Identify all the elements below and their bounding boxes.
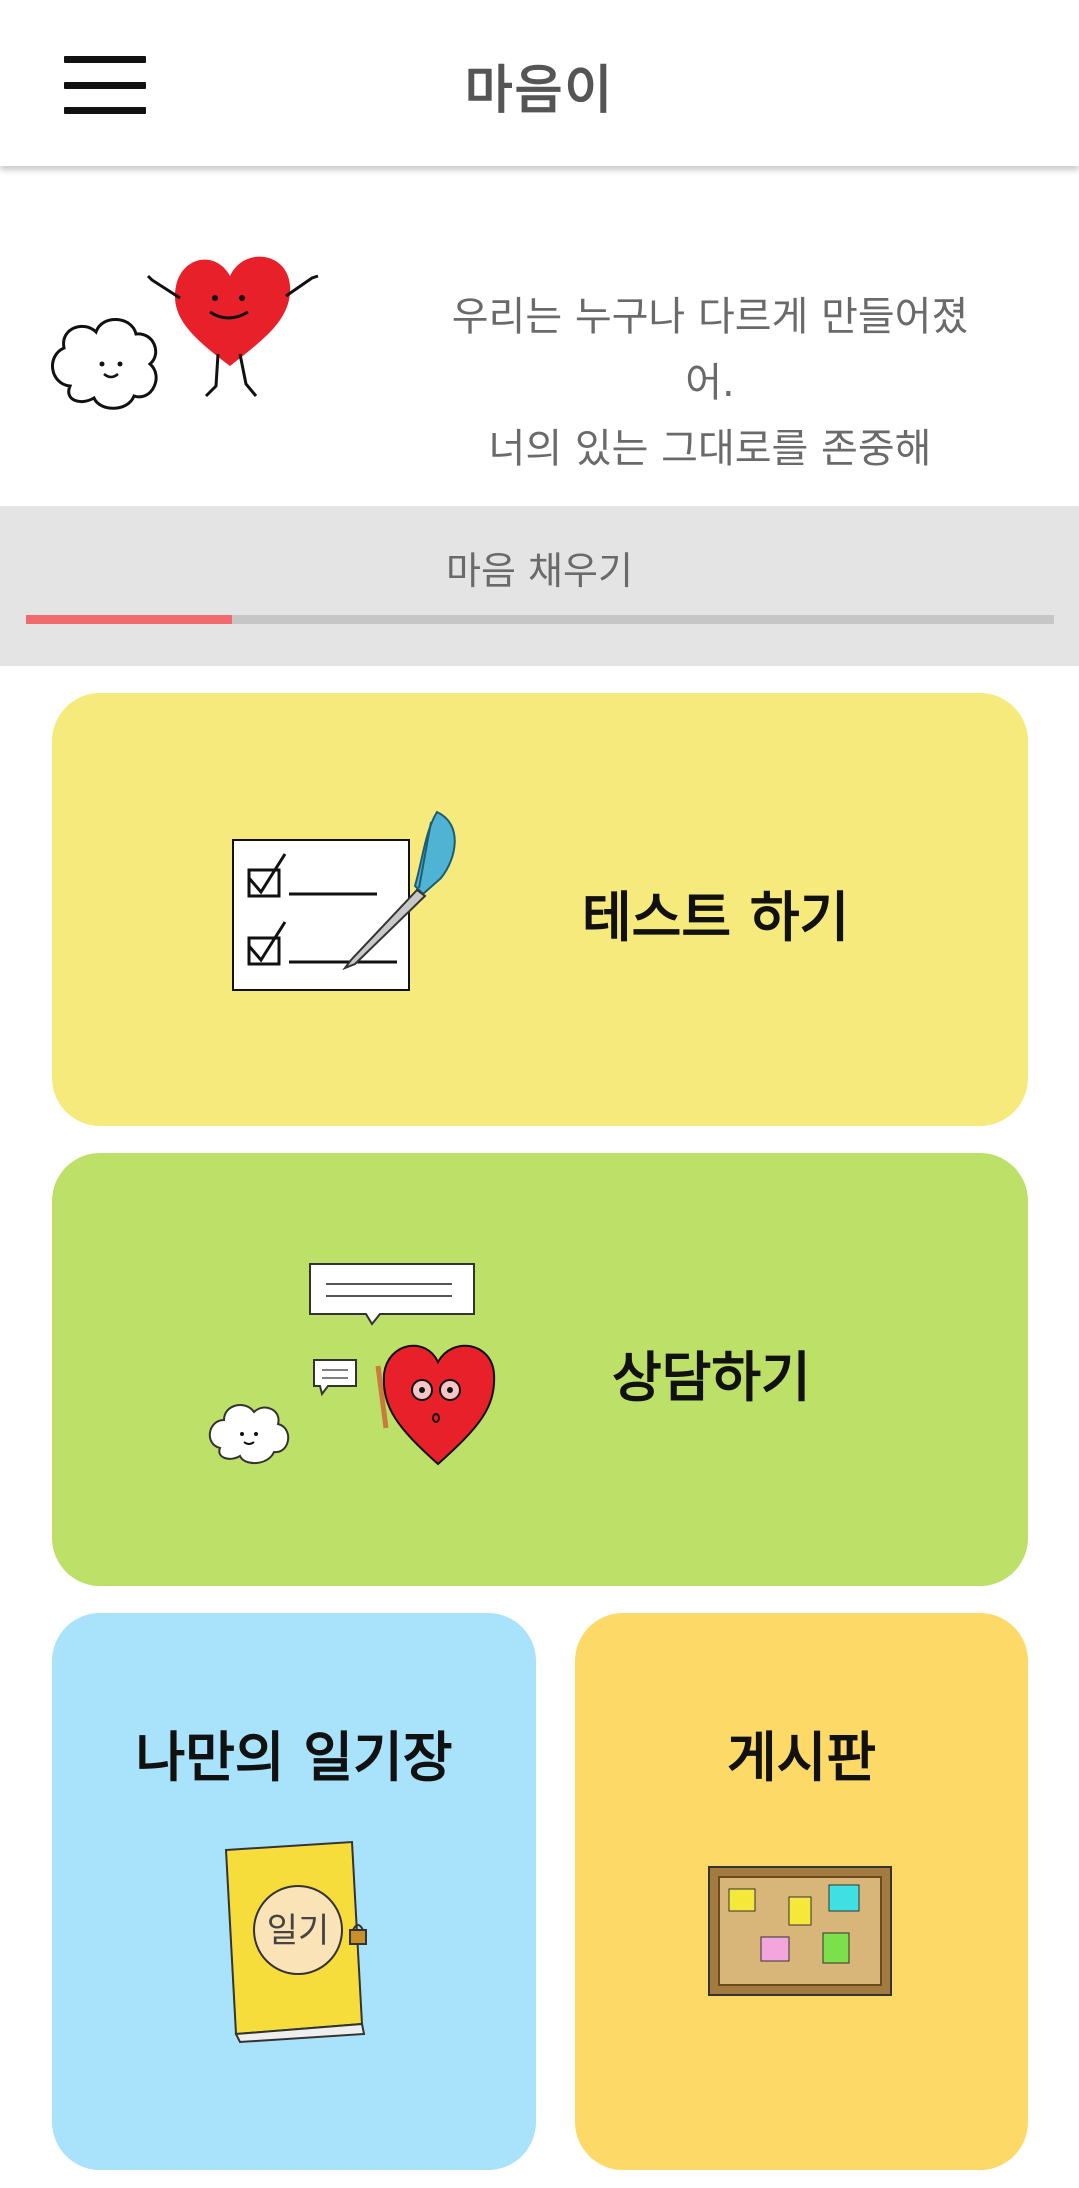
bulletin-board-icon <box>708 1866 892 1996</box>
board-card[interactable]: 게시판 <box>575 1613 1028 2170</box>
progress-section: 마음 채우기 <box>0 506 1079 666</box>
diary-card-label: 나만의 일기장 <box>135 1726 453 1789</box>
checklist-pen-icon <box>232 810 456 991</box>
counsel-card[interactable]: 상담하기 <box>52 1153 1028 1586</box>
app-bar: 마음이 <box>0 0 1079 166</box>
hero-message-line2: 너의 있는 그대로를 존중해 <box>488 426 932 472</box>
hero-message-line1: 우리는 누구나 다르게 만들어졌어. <box>451 294 969 406</box>
hero-section: 우리는 누구나 다르게 만들어졌어. 너의 있는 그대로를 존중해 <box>0 166 1079 506</box>
diary-card[interactable]: 나만의 일기장 일기 <box>52 1613 536 2170</box>
hero-message: 우리는 누구나 다르게 만들어졌어. 너의 있는 그대로를 존중해 <box>430 284 990 482</box>
progress-label: 마음 채우기 <box>446 549 633 593</box>
progress-track <box>26 615 1054 624</box>
app-title: 마음이 <box>464 61 615 121</box>
diary-book-text: 일기 <box>267 1911 330 1951</box>
test-card[interactable]: 테스트 하기 <box>52 693 1028 1126</box>
board-card-label: 게시판 <box>726 1726 877 1789</box>
test-card-label: 테스트 하기 <box>582 886 850 949</box>
heart-chat-icon <box>209 1263 496 1466</box>
counsel-card-label: 상담하기 <box>612 1346 811 1409</box>
heart-and-cloud-icon <box>51 256 319 410</box>
progress-fill <box>26 615 232 624</box>
diary-book-icon: 일기 <box>224 1840 367 2044</box>
